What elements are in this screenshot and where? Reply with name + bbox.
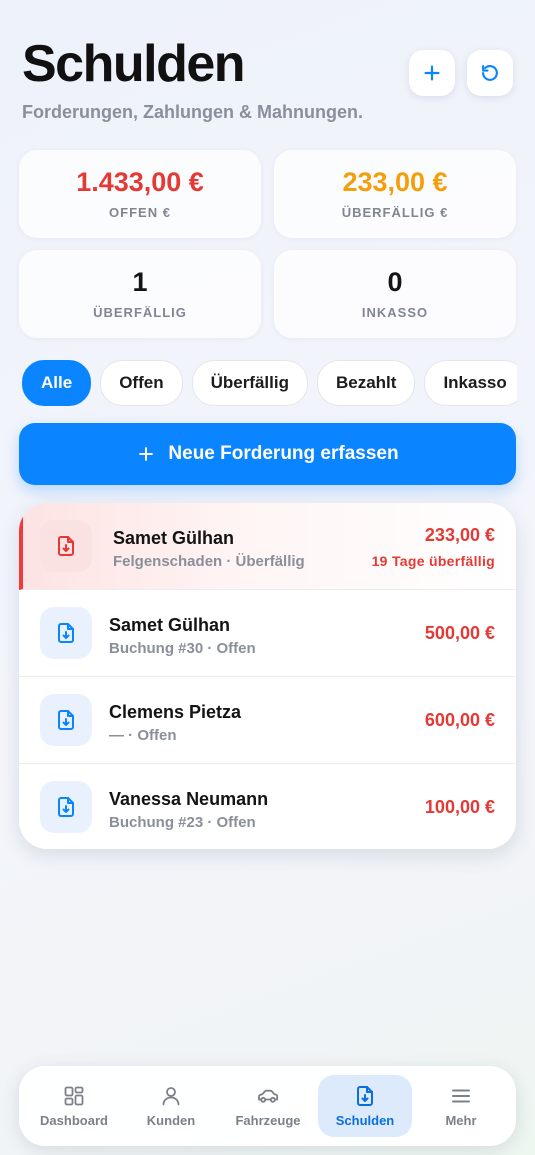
claim-name: Samet Gülhan	[113, 528, 235, 548]
grid-icon	[64, 1086, 84, 1106]
tab-label: Schulden	[335, 1113, 395, 1128]
claim-amount: 233,00 €	[424, 525, 495, 545]
claim-row[interactable]: Samet Gülhan Buchung #30 · Offen 500,00 …	[19, 590, 516, 677]
tab-dashboard[interactable]: Dashboard	[29, 1075, 119, 1137]
claim-meta: — · Offen	[109, 727, 177, 744]
filter-chip-open[interactable]: Offen	[100, 360, 183, 406]
stat-value: 1.433,00 €	[76, 166, 204, 197]
claim-meta: Buchung #23 · Offen	[109, 814, 256, 831]
stat-label: INKASSO	[361, 305, 429, 321]
tab-label: Mehr	[445, 1113, 477, 1128]
document-download-icon	[58, 710, 74, 730]
document-download-icon-tile	[40, 781, 92, 833]
claim-name: Vanessa Neumann	[109, 789, 269, 809]
tab-vehicles[interactable]: Fahrzeuge	[223, 1075, 313, 1137]
claim-name: Samet Gülhan	[109, 615, 231, 635]
new-claim-label: Neue Forderung erfassen	[168, 443, 399, 464]
user-icon	[162, 1087, 180, 1106]
bottom-tab-bar: Dashboard Kunden Fahrzeuge Schulden Mehr	[19, 1066, 516, 1146]
document-download-icon-tile	[40, 607, 92, 659]
document-download-icon	[58, 623, 74, 643]
claim-amount: 500,00 €	[424, 623, 495, 643]
claims-list: Samet Gülhan Felgenschaden · Überfällig …	[19, 503, 516, 849]
claim-meta: Buchung #30 · Offen	[109, 640, 256, 657]
stat-value: 0	[387, 266, 403, 297]
document-icon	[357, 1086, 373, 1106]
claim-row[interactable]: Clemens Pietza — · Offen 600,00 €	[19, 677, 516, 764]
claim-row[interactable]: Vanessa Neumann Buchung #23 · Offen 100,…	[19, 764, 516, 849]
stat-value: 1	[132, 266, 148, 297]
document-download-icon	[58, 797, 74, 817]
stat-label: ÜBERFÄLLIG €	[341, 205, 449, 221]
car-icon	[258, 1089, 279, 1103]
claim-amount: 600,00 €	[424, 710, 495, 730]
claim-row[interactable]: Samet Gülhan Felgenschaden · Überfällig …	[19, 503, 516, 590]
claim-meta: Felgenschaden · Überfällig	[113, 553, 305, 570]
stat-label: OFFEN €	[109, 205, 171, 221]
document-download-icon-tile	[40, 694, 92, 746]
stat-label: ÜBERFÄLLIG	[93, 305, 187, 321]
stat-card-overdue-count: 1 ÜBERFÄLLIG	[19, 250, 261, 338]
page-subtitle: Forderungen, Zahlungen & Mahnungen.	[22, 102, 363, 122]
claim-overdue-text: 19 Tage überfällig	[371, 553, 495, 569]
refresh-button[interactable]	[467, 50, 513, 96]
stat-card-overdue-amount: 233,00 € ÜBERFÄLLIG €	[274, 150, 516, 238]
stat-value: 233,00 €	[342, 166, 448, 197]
claim-name: Clemens Pietza	[109, 702, 242, 722]
tab-label: Dashboard	[40, 1113, 108, 1128]
filter-chip-collection[interactable]: Inkasso	[424, 360, 517, 406]
page-title: Schulden	[22, 35, 246, 93]
tab-customers[interactable]: Kunden	[126, 1075, 216, 1137]
new-claim-button[interactable]: Neue Forderung erfassen	[19, 423, 516, 485]
plus-icon	[139, 447, 154, 461]
filter-chip-paid[interactable]: Bezahlt	[316, 360, 416, 406]
tab-label: Fahrzeuge	[235, 1113, 301, 1128]
filter-chips: Alle Offen Überfällig Bezahlt Inkasso	[22, 360, 517, 406]
filter-chip-all[interactable]: Alle	[22, 360, 92, 406]
refresh-icon	[482, 65, 498, 81]
tab-more[interactable]: Mehr	[416, 1075, 506, 1137]
tab-debts[interactable]: Schulden	[318, 1075, 412, 1137]
add-button[interactable]	[409, 50, 455, 96]
claim-amount: 100,00 €	[424, 797, 495, 817]
filter-chip-overdue[interactable]: Überfällig	[191, 360, 308, 406]
document-download-icon-tile	[40, 520, 92, 572]
menu-icon	[452, 1089, 470, 1103]
stat-card-collection-count: 0 INKASSO	[274, 250, 516, 338]
plus-icon	[424, 65, 440, 81]
stat-card-open-amount: 1.433,00 € OFFEN €	[19, 150, 261, 238]
tab-label: Kunden	[146, 1113, 196, 1128]
document-download-icon	[58, 536, 74, 556]
